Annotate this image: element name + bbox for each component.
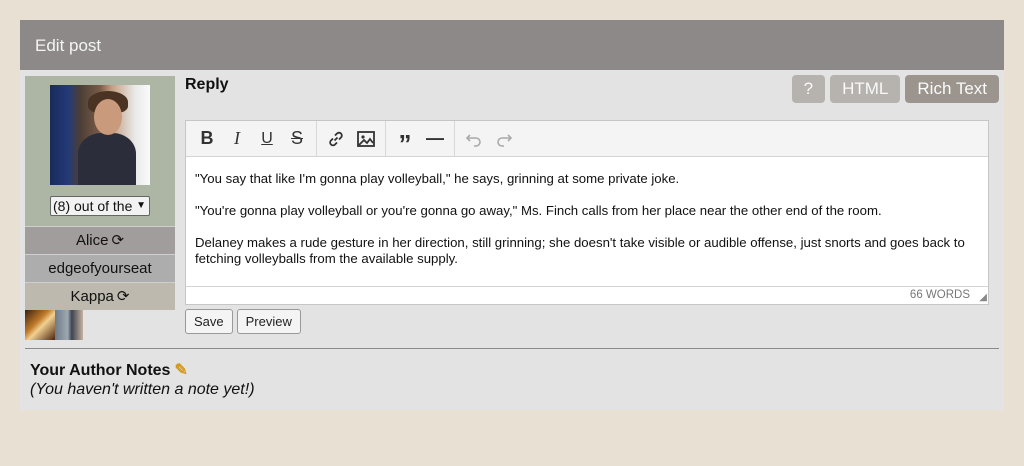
thumbnail-image[interactable] (25, 310, 55, 340)
paragraph: "You're gonna play volleyball or you're … (195, 203, 882, 218)
editor-content[interactable]: "You say that like I'm gonna play volley… (186, 157, 988, 287)
editor-toolbar: B I U S ” — (186, 120, 988, 157)
character-portrait-box: (8) out of the ▼ (25, 76, 175, 226)
icon-select-value: (8) out of the (53, 198, 133, 214)
panel-title: Edit post (20, 20, 1004, 70)
avatar[interactable] (50, 85, 150, 185)
paragraph: Delaney makes a rude gesture in her dire… (195, 235, 965, 266)
paragraph: "You say that like I'm gonna play volley… (195, 171, 680, 186)
resize-handle-icon[interactable]: ◢ (979, 293, 987, 303)
author-notes-title: Your Author Notes (30, 362, 171, 379)
chevron-down-icon: ▼ (134, 197, 146, 215)
pencil-icon[interactable]: ✎ (174, 362, 187, 379)
blockquote-icon[interactable]: ” (390, 124, 420, 157)
refresh-icon[interactable]: ⟳ (111, 232, 124, 249)
thumbnail-image[interactable] (55, 310, 83, 340)
html-mode-button[interactable]: HTML (830, 75, 901, 103)
help-button[interactable]: ? (791, 75, 826, 103)
character-column: (8) out of the ▼ Alice ⟳ edgeofyourseat K… (25, 76, 175, 340)
character-setting: Kappa (70, 288, 114, 305)
character-account-row[interactable]: edgeofyourseat (25, 254, 175, 282)
divider (25, 348, 999, 349)
character-setting-row[interactable]: Kappa ⟳ (25, 282, 175, 310)
bold-icon[interactable]: B (192, 124, 222, 154)
italic-icon[interactable]: I (222, 124, 252, 154)
rich-text-mode-button[interactable]: Rich Text (905, 75, 999, 103)
horizontal-rule-icon[interactable]: — (420, 124, 450, 154)
reply-title: Reply (185, 76, 229, 93)
author-notes-placeholder: (You haven't written a note yet!) (30, 381, 255, 398)
post-actions: Save Preview (185, 309, 301, 334)
strikethrough-icon[interactable]: S (282, 124, 312, 154)
preview-button[interactable]: Preview (236, 309, 301, 334)
refresh-icon[interactable]: ⟳ (117, 288, 130, 305)
undo-icon[interactable] (459, 124, 489, 154)
link-icon[interactable] (321, 124, 351, 154)
character-account: edgeofyourseat (48, 260, 152, 277)
underline-icon[interactable]: U (252, 124, 282, 154)
thumbnail-row (25, 310, 175, 340)
redo-icon[interactable] (489, 124, 519, 154)
word-count: 66 WORDS (186, 286, 988, 304)
edit-post-panel: Edit post (8) out of the ▼ Alice ⟳ edgeof… (20, 20, 1004, 410)
character-name-row[interactable]: Alice ⟳ (25, 226, 175, 254)
editor-mode-buttons: ? HTML Rich Text (791, 75, 999, 103)
save-button[interactable]: Save (185, 309, 233, 334)
image-icon[interactable] (351, 124, 381, 154)
rich-text-editor: B I U S ” — "You say that like I'm gonna… (185, 120, 989, 305)
author-notes-header: Your Author Notes ✎ (30, 360, 188, 380)
character-name: Alice (75, 232, 109, 249)
icon-select[interactable]: (8) out of the ▼ (50, 196, 150, 216)
